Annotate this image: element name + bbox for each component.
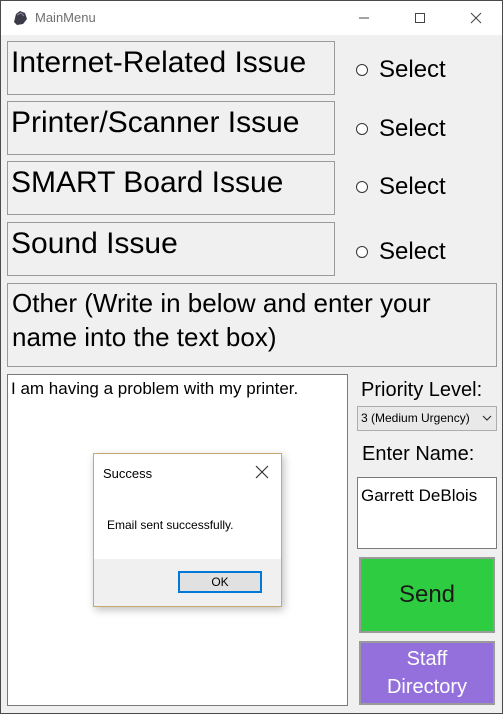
staff-directory-button[interactable]: Staff Directory — [359, 641, 495, 705]
minimize-button[interactable] — [341, 1, 387, 35]
radio-circle[interactable] — [356, 64, 368, 76]
radio-label: Select — [379, 56, 446, 83]
other-issue-label: Other (Write in below and enter your nam… — [7, 283, 497, 367]
staff-directory-label-line2: Directory — [386, 676, 467, 698]
success-dialog: Success Email sent successfully. OK — [93, 453, 282, 607]
other-label-line2: name into the text box) — [12, 322, 277, 352]
radio-printer[interactable]: Select — [356, 114, 446, 144]
name-label: Enter Name: — [362, 443, 475, 465]
radio-label: Select — [379, 238, 446, 265]
dialog-message: Email sent successfully. — [107, 518, 234, 532]
staff-directory-label-line1: Staff — [406, 648, 448, 670]
radio-internet[interactable]: Select — [356, 55, 446, 85]
name-input[interactable]: Garrett DeBlois — [357, 477, 497, 549]
radio-circle[interactable] — [356, 123, 368, 135]
priority-label: Priority Level: — [361, 379, 483, 401]
radio-label: Select — [379, 115, 446, 142]
issue-label-smartboard: SMART Board Issue — [7, 161, 335, 215]
radio-circle[interactable] — [356, 181, 368, 193]
close-icon[interactable] — [254, 464, 270, 480]
window-title: MainMenu — [35, 10, 96, 25]
other-label-line1: Other (Write in below and enter your — [12, 288, 431, 318]
priority-selected-value: 3 (Medium Urgency) — [361, 411, 470, 425]
radio-sound[interactable]: Select — [356, 237, 446, 267]
title-bar[interactable]: MainMenu — [1, 1, 502, 35]
close-button[interactable] — [453, 1, 499, 35]
radio-smartboard[interactable]: Select — [356, 172, 446, 202]
main-window: MainMenu Internet-Related Issue Select P… — [0, 0, 503, 714]
close-icon — [470, 12, 482, 24]
ok-button[interactable]: OK — [178, 571, 262, 593]
dialog-footer: OK — [94, 559, 281, 606]
radio-circle[interactable] — [356, 246, 368, 258]
issue-label-sound: Sound Issue — [7, 222, 335, 276]
minimize-icon — [359, 17, 369, 19]
maximize-icon — [415, 13, 425, 23]
priority-dropdown[interactable]: 3 (Medium Urgency) — [357, 406, 497, 431]
dialog-title: Success — [103, 466, 153, 481]
chevron-down-icon — [482, 415, 492, 421]
send-button[interactable]: Send — [359, 557, 495, 633]
issue-label-internet: Internet-Related Issue — [7, 41, 335, 95]
radio-label: Select — [379, 173, 446, 200]
app-icon — [14, 11, 27, 25]
issue-label-printer: Printer/Scanner Issue — [7, 101, 335, 155]
maximize-button[interactable] — [397, 1, 443, 35]
